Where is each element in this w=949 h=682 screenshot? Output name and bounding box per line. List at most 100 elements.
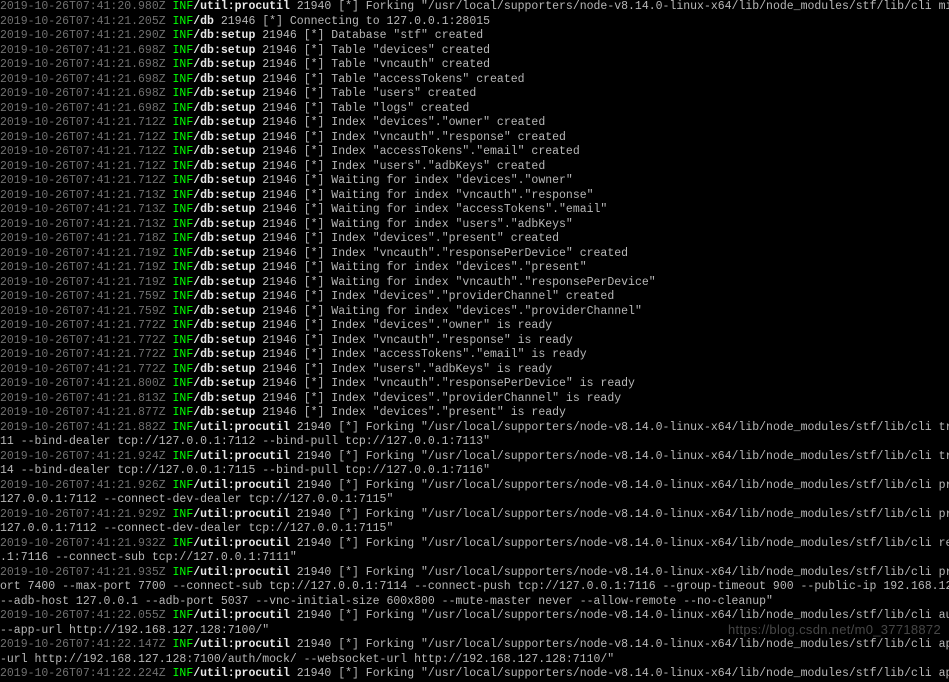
- log-pid: 21946: [255, 305, 303, 318]
- log-source: /db:setup: [193, 247, 255, 260]
- log-timestamp: 2019-10-26T07:41:21.759Z: [0, 305, 173, 318]
- log-message: [*] Index "accessTokens"."email" is read…: [304, 348, 587, 361]
- log-message: [*] Table "users" created: [304, 87, 477, 100]
- log-level: INF: [173, 348, 194, 361]
- log-message: [*] Index "vncauth"."responsePerDevice" …: [304, 377, 635, 390]
- log-pid: 21940: [290, 638, 338, 651]
- log-level: INF: [173, 145, 194, 158]
- log-level: INF: [173, 450, 194, 463]
- log-source: /db:setup: [193, 319, 255, 332]
- log-timestamp: 2019-10-26T07:41:21.712Z: [0, 174, 173, 187]
- log-level: INF: [173, 102, 194, 115]
- log-message: [*] Forking "/usr/local/supporters/node-…: [338, 638, 949, 651]
- log-level: INF: [173, 174, 194, 187]
- log-message: [*] Forking "/usr/local/supporters/node-…: [338, 508, 949, 521]
- log-source: /db:setup: [193, 276, 255, 289]
- log-message: [*] Forking "/usr/local/supporters/node-…: [338, 479, 949, 492]
- log-pid: 21940: [290, 450, 338, 463]
- log-message: [*] Waiting for index "devices"."present…: [304, 261, 587, 274]
- log-pid: 21940: [290, 566, 338, 579]
- log-timestamp: 2019-10-26T07:41:21.698Z: [0, 44, 173, 57]
- log-pid: 21946: [214, 15, 262, 28]
- log-source: /db:setup: [193, 73, 255, 86]
- log-message: [*] Waiting for index "devices"."provide…: [304, 305, 642, 318]
- log-line: 2019-10-26T07:41:21.713Z INF/db:setup 21…: [0, 218, 949, 233]
- log-pid: 21946: [255, 377, 303, 390]
- log-source: /util:procutil: [193, 0, 290, 13]
- log-source: /db:setup: [193, 406, 255, 419]
- log-pid: 21946: [255, 203, 303, 216]
- log-timestamp: 2019-10-26T07:41:21.813Z: [0, 392, 173, 405]
- log-line: 2019-10-26T07:41:21.772Z INF/db:setup 21…: [0, 348, 949, 363]
- log-message: [*] Forking "/usr/local/supporters/node-…: [338, 609, 949, 622]
- log-source: /db:setup: [193, 377, 255, 390]
- log-source: /util:procutil: [193, 566, 290, 579]
- log-pid: 21946: [255, 276, 303, 289]
- log-timestamp: 2019-10-26T07:41:21.772Z: [0, 334, 173, 347]
- log-message: [*] Waiting for index "users"."adbKeys": [304, 218, 573, 231]
- log-line: 2019-10-26T07:41:21.712Z INF/db:setup 21…: [0, 174, 949, 189]
- log-line-continuation: 11 --bind-dealer tcp://127.0.0.1:7112 --…: [0, 435, 949, 450]
- log-line: 2019-10-26T07:41:21.712Z INF/db:setup 21…: [0, 145, 949, 160]
- log-message: [*] Table "accessTokens" created: [304, 73, 525, 86]
- log-pid: 21946: [255, 131, 303, 144]
- log-timestamp: 2019-10-26T07:41:21.713Z: [0, 203, 173, 216]
- log-level: INF: [173, 421, 194, 434]
- log-level: INF: [173, 87, 194, 100]
- log-pid: 21946: [255, 334, 303, 347]
- log-timestamp: 2019-10-26T07:41:21.712Z: [0, 145, 173, 158]
- log-pid: 21946: [255, 73, 303, 86]
- log-pid: 21946: [255, 174, 303, 187]
- log-pid: 21946: [255, 189, 303, 202]
- log-line-continuation: 127.0.0.1:7112 --connect-dev-dealer tcp:…: [0, 493, 949, 508]
- log-message: [*] Index "accessTokens"."email" created: [304, 145, 580, 158]
- log-line: 2019-10-26T07:41:21.759Z INF/db:setup 21…: [0, 305, 949, 320]
- log-message: [*] Table "devices" created: [304, 44, 490, 57]
- log-level: INF: [173, 203, 194, 216]
- log-source: /db:setup: [193, 261, 255, 274]
- log-message: [*] Index "devices"."providerChannel" is…: [304, 392, 621, 405]
- log-line: 2019-10-26T07:41:22.224Z INF/util:procut…: [0, 667, 949, 682]
- log-pid: 21946: [255, 160, 303, 173]
- log-level: INF: [173, 116, 194, 129]
- log-source: /util:procutil: [193, 479, 290, 492]
- log-level: INF: [173, 44, 194, 57]
- log-level: INF: [173, 189, 194, 202]
- log-pid: 21946: [255, 348, 303, 361]
- log-level: INF: [173, 73, 194, 86]
- log-message: [*] Connecting to 127.0.0.1:28015: [262, 15, 490, 28]
- log-line: 2019-10-26T07:41:21.712Z INF/db:setup 21…: [0, 131, 949, 146]
- log-source: /util:procutil: [193, 537, 290, 550]
- log-timestamp: 2019-10-26T07:41:21.877Z: [0, 406, 173, 419]
- log-source: /util:procutil: [193, 638, 290, 651]
- log-source: /db:setup: [193, 392, 255, 405]
- log-line: 2019-10-26T07:41:21.698Z INF/db:setup 21…: [0, 44, 949, 59]
- log-pid: 21946: [255, 102, 303, 115]
- log-source: /db:setup: [193, 102, 255, 115]
- log-message: [*] Index "users"."adbKeys" is ready: [304, 363, 552, 376]
- log-timestamp: 2019-10-26T07:41:21.800Z: [0, 377, 173, 390]
- log-source: /db:setup: [193, 348, 255, 361]
- log-line-continuation: --adb-host 127.0.0.1 --adb-port 5037 --v…: [0, 595, 949, 610]
- log-source: /db:setup: [193, 160, 255, 173]
- log-line: 2019-10-26T07:41:21.713Z INF/db:setup 21…: [0, 189, 949, 204]
- log-pid: 21940: [290, 421, 338, 434]
- log-message: [*] Forking "/usr/local/supporters/node-…: [338, 421, 949, 434]
- log-line: 2019-10-26T07:41:21.698Z INF/db:setup 21…: [0, 102, 949, 117]
- log-timestamp: 2019-10-26T07:41:21.713Z: [0, 189, 173, 202]
- log-timestamp: 2019-10-26T07:41:21.719Z: [0, 276, 173, 289]
- log-source: /db:setup: [193, 145, 255, 158]
- log-source: /db:setup: [193, 131, 255, 144]
- log-message: [*] Waiting for index "vncauth"."respons…: [304, 189, 594, 202]
- log-timestamp: 2019-10-26T07:41:21.698Z: [0, 58, 173, 71]
- log-message: [*] Index "users"."adbKeys" created: [304, 160, 546, 173]
- log-timestamp: 2019-10-26T07:41:21.712Z: [0, 160, 173, 173]
- log-message: [*] Forking "/usr/local/supporters/node-…: [338, 566, 949, 579]
- log-timestamp: 2019-10-26T07:41:21.698Z: [0, 102, 173, 115]
- log-line: 2019-10-26T07:41:21.205Z INF/db 21946 [*…: [0, 15, 949, 30]
- log-timestamp: 2019-10-26T07:41:21.712Z: [0, 131, 173, 144]
- log-pid: 21946: [255, 319, 303, 332]
- log-line: 2019-10-26T07:41:21.932Z INF/util:procut…: [0, 537, 949, 552]
- log-timestamp: 2019-10-26T07:41:21.713Z: [0, 218, 173, 231]
- log-level: INF: [173, 406, 194, 419]
